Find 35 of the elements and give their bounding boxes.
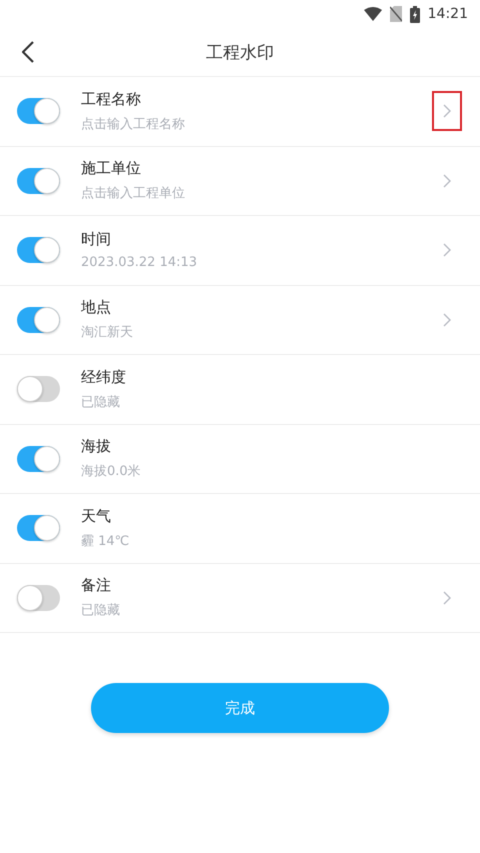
item-value: 已隐藏 bbox=[81, 602, 121, 620]
page-title: 工程水印 bbox=[206, 42, 274, 64]
item-value: 霾 14℃ bbox=[81, 532, 130, 550]
toggle-switch[interactable] bbox=[17, 306, 60, 333]
item-value: 2023.03.22 14:13 bbox=[81, 255, 198, 270]
battery-icon bbox=[410, 6, 420, 22]
wifi-icon bbox=[364, 7, 382, 21]
toggle-switch[interactable] bbox=[17, 237, 60, 264]
item-label: 备注 bbox=[81, 576, 112, 596]
chevron-right-icon[interactable] bbox=[443, 104, 451, 118]
done-button[interactable]: 完成 bbox=[91, 683, 389, 733]
toggle-switch[interactable] bbox=[17, 515, 60, 542]
item-label: 海拔 bbox=[81, 437, 112, 456]
item-value: 淘汇新天 bbox=[81, 324, 134, 342]
toggle-switch[interactable] bbox=[17, 446, 60, 472]
item-label: 工程名称 bbox=[81, 90, 142, 109]
item-label: 地点 bbox=[81, 298, 112, 318]
item-label: 施工单位 bbox=[81, 159, 142, 178]
item-value: 已隐藏 bbox=[81, 394, 121, 411]
item-value: 点击输入工程单位 bbox=[81, 185, 186, 202]
no-sim-icon bbox=[390, 6, 402, 22]
chevron-right-icon[interactable] bbox=[443, 590, 451, 605]
chevron-right-icon[interactable] bbox=[443, 174, 451, 188]
item-label: 经纬度 bbox=[81, 368, 127, 387]
toggle-switch[interactable] bbox=[17, 98, 60, 124]
item-value: 点击输入工程名称 bbox=[81, 116, 186, 133]
chevron-right-icon[interactable] bbox=[443, 312, 451, 327]
toggle-switch[interactable] bbox=[17, 168, 60, 194]
status-time: 14:21 bbox=[428, 6, 468, 22]
item-value: 海拔0.0米 bbox=[81, 463, 142, 480]
toggle-switch[interactable] bbox=[17, 584, 60, 611]
chevron-right-icon[interactable] bbox=[443, 243, 451, 258]
item-label: 时间 bbox=[81, 230, 112, 250]
toggle-switch[interactable] bbox=[17, 376, 60, 402]
item-label: 天气 bbox=[81, 506, 112, 526]
